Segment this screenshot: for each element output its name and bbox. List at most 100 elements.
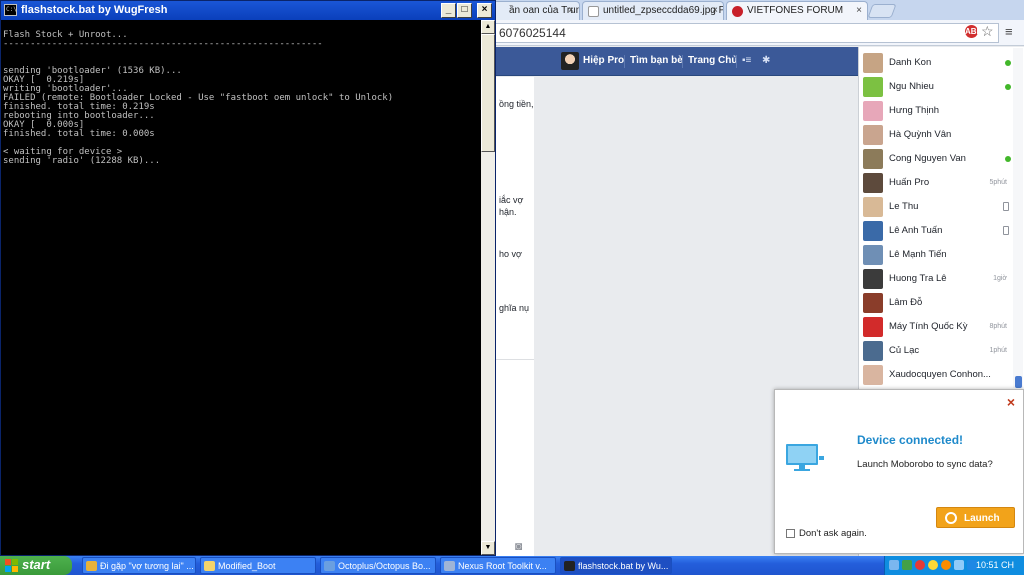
- avatar: [863, 77, 883, 97]
- avatar: [863, 149, 883, 169]
- dont-ask-checkbox[interactable]: [786, 529, 795, 538]
- new-tab-button[interactable]: [867, 4, 897, 18]
- network-icon[interactable]: [889, 560, 899, 570]
- camera-icon[interactable]: ◙: [515, 539, 522, 553]
- chat-contact[interactable]: Huong Tra Lê 1giờ: [859, 267, 1011, 291]
- settings-gear-icon[interactable]: ✱: [762, 55, 770, 66]
- chat-contact[interactable]: Danh Kon: [859, 51, 1011, 75]
- tab-vietfones[interactable]: VIETFONES FORUM ×: [726, 1, 868, 20]
- start-button[interactable]: start: [0, 556, 72, 575]
- taskbar-item-label: Đi gặp "vợ tương lai" ...: [100, 561, 194, 571]
- avatar[interactable]: [561, 52, 579, 70]
- last-active-time: 5phút: [989, 179, 1007, 186]
- chat-contact[interactable]: Hưng Thịnh: [859, 99, 1011, 123]
- taskbar: start Đi gặp "vợ tương lai" ... Modified_…: [0, 556, 1024, 575]
- minimize-button[interactable]: _: [441, 3, 456, 18]
- bookmark-star-icon[interactable]: ☆: [981, 23, 994, 40]
- feed-text: hận.: [499, 207, 517, 217]
- chat-contact[interactable]: Cong Nguyen Van: [859, 147, 1011, 171]
- feed-text: ho vợ: [499, 249, 522, 259]
- close-icon[interactable]: ×: [568, 5, 574, 16]
- chat-contact[interactable]: Ngu Nhieu: [859, 75, 1011, 99]
- divider: [624, 55, 625, 68]
- contact-name: Xaudocquyen Conhon...: [889, 369, 991, 380]
- divider: [682, 55, 683, 68]
- taskbar-item[interactable]: Đi gặp "vợ tương lai" ...: [82, 557, 196, 574]
- tray-app-icon[interactable]: [915, 560, 925, 570]
- taskbar-item[interactable]: Modified_Boot: [200, 557, 316, 574]
- last-active-time: 8phút: [989, 323, 1007, 330]
- news-feed-column: ồng tiền, iắc vợ hận. ho vợ ghĩa nụ ◙: [496, 77, 534, 556]
- chat-scrollbar[interactable]: [1013, 48, 1023, 388]
- window-title: flashstock.bat by WugFresh: [21, 4, 168, 16]
- avatar: [863, 173, 883, 193]
- contact-name: Hưng Thịnh: [889, 105, 940, 116]
- tray-app-icon[interactable]: [902, 560, 912, 570]
- mobile-phone-icon: [1003, 202, 1009, 211]
- scroll-up-button[interactable]: ▲: [481, 20, 495, 34]
- close-button[interactable]: ×: [477, 3, 492, 18]
- chat-contact[interactable]: Củ Lạc 1phút: [859, 339, 1011, 363]
- contact-name: Huấn Pro: [889, 177, 930, 188]
- chat-contact[interactable]: Lâm Đỗ: [859, 291, 1011, 315]
- taskbar-item-label: Nexus Root Toolkit v...: [458, 561, 547, 571]
- launch-button[interactable]: Launch: [936, 507, 1015, 528]
- url-field[interactable]: 6076025144: [494, 23, 999, 43]
- avatar: [863, 221, 883, 241]
- tab-photobucket[interactable]: untitled_zpseccdda69.jpg Ph ×: [582, 1, 724, 20]
- taskbar-item[interactable]: flashstock.bat by Wu...: [560, 557, 672, 574]
- vietfones-icon: [732, 6, 743, 17]
- app-icon: [564, 561, 575, 571]
- chat-contact[interactable]: Lê Anh Tuấn: [859, 219, 1011, 243]
- find-friends-link[interactable]: Tìm bạn bè: [630, 55, 683, 66]
- tab-news[interactable]: ần oan của Trung ×: [488, 1, 580, 20]
- chat-contact[interactable]: Huấn Pro 5phút: [859, 171, 1011, 195]
- console-scrollbar[interactable]: ▲ ▼: [481, 20, 495, 555]
- app-icon: [324, 561, 335, 571]
- chat-contact[interactable]: Lê Mạnh Tiến: [859, 243, 1011, 267]
- chat-scroll-thumb[interactable]: [1015, 376, 1022, 388]
- chat-contact[interactable]: Hà Quỳnh Vân: [859, 123, 1011, 147]
- contact-name: Le Thu: [889, 201, 919, 212]
- device-connected-popup: × Device connected! Launch Moborobo to s…: [774, 389, 1024, 554]
- console-output: Flash Stock + Unroot... -----------------…: [1, 20, 481, 555]
- volume-icon[interactable]: [954, 560, 964, 570]
- scroll-thumb[interactable]: [481, 34, 495, 152]
- console-line: finished. total time: 0.000s: [3, 129, 155, 139]
- maximize-button[interactable]: □: [457, 3, 472, 18]
- feed-text: iắc vợ: [499, 195, 524, 205]
- popup-message: Launch Moborobo to sync data?: [857, 459, 993, 470]
- menu-icon[interactable]: ≡: [1005, 24, 1013, 39]
- popup-title: Device connected!: [857, 433, 964, 447]
- adblock-icon[interactable]: ABP: [965, 25, 982, 38]
- launch-label: Launch: [964, 513, 1000, 524]
- avatar: [863, 101, 883, 121]
- avatar: [863, 197, 883, 217]
- contact-name: Máy Tính Quốc Kỳ: [889, 321, 968, 332]
- mobile-phone-icon: [1003, 226, 1009, 235]
- contact-name: Huong Tra Lê: [889, 273, 947, 284]
- messenger-icon[interactable]: [928, 560, 938, 570]
- taskbar-item[interactable]: Nexus Root Toolkit v...: [440, 557, 556, 574]
- contact-name: Lê Mạnh Tiến: [889, 249, 947, 260]
- dont-ask-label: Don't ask again.: [799, 528, 867, 539]
- system-tray: 10:51 CH: [884, 556, 1024, 575]
- profile-link[interactable]: Hiệp Pro: [583, 55, 624, 66]
- scroll-down-button[interactable]: ▼: [481, 541, 495, 555]
- tray-app-icon[interactable]: [941, 560, 951, 570]
- console-line: sending 'radio' (12288 KB)...: [3, 156, 161, 166]
- chat-contact[interactable]: Máy Tính Quốc Kỳ 8phút: [859, 315, 1011, 339]
- chat-contact[interactable]: Le Thu: [859, 195, 1011, 219]
- home-link[interactable]: Trang Chủ: [688, 55, 737, 66]
- console-title-bar[interactable]: C:\ flashstock.bat by WugFresh _ □ ×: [1, 1, 495, 20]
- friend-requests-icon[interactable]: ▪≡: [742, 55, 751, 66]
- contact-name: Danh Kon: [889, 57, 932, 68]
- close-icon[interactable]: ×: [712, 5, 718, 16]
- close-icon[interactable]: ×: [856, 5, 862, 16]
- app-icon: [204, 561, 215, 571]
- chat-contact[interactable]: Xaudocquyen Conhon...: [859, 363, 1011, 387]
- clock: 10:51 CH: [975, 560, 1014, 570]
- taskbar-item[interactable]: Octoplus/Octopus Bo...: [320, 557, 436, 574]
- close-icon[interactable]: ×: [1007, 394, 1015, 410]
